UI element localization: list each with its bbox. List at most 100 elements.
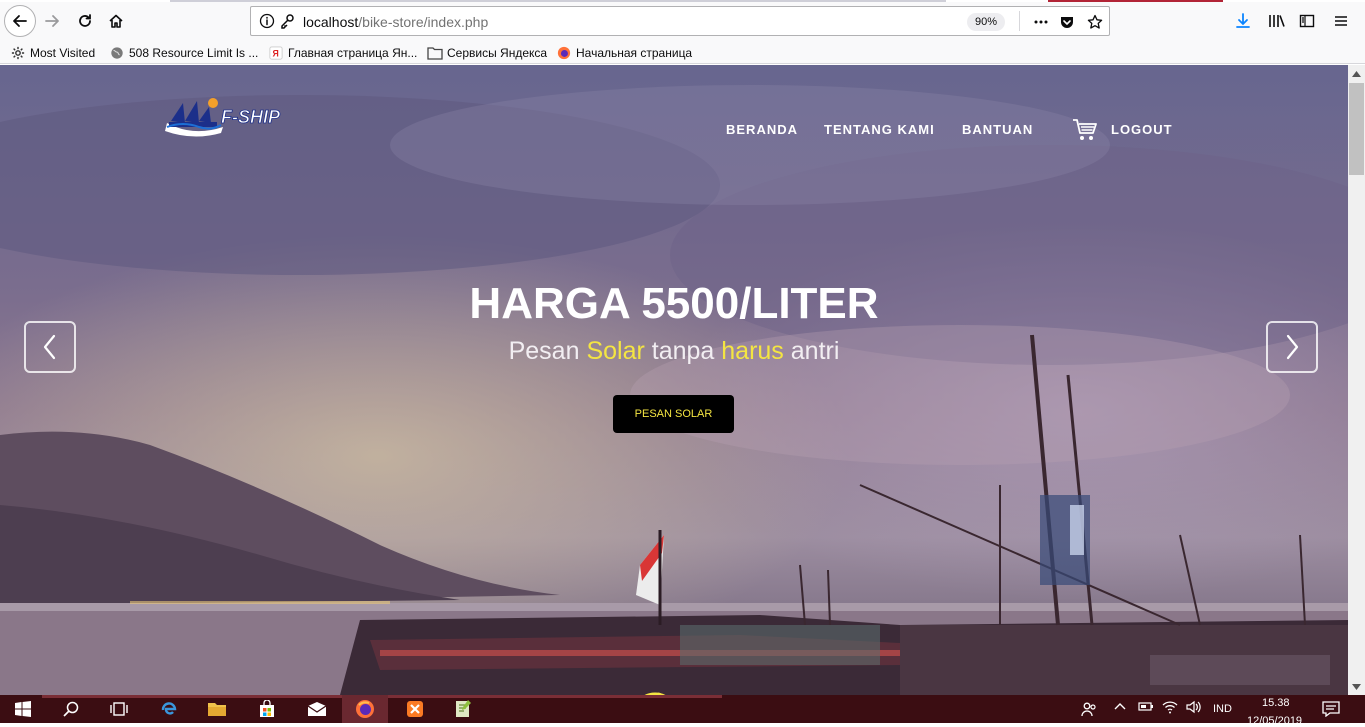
bookmark-508[interactable]: 508 Resource Limit Is ... [109, 43, 258, 63]
key-icon[interactable] [279, 13, 295, 29]
bookmark-label: Сервисы Яндекса [447, 46, 548, 60]
forward-button[interactable] [38, 7, 66, 35]
nav-home[interactable]: BERANDA [726, 122, 798, 137]
bookmark-label: Начальная страница [576, 46, 693, 60]
nav-logout[interactable]: LOGOUT [1111, 122, 1173, 137]
show-hidden-icons[interactable] [1114, 700, 1126, 714]
battery-icon [1138, 702, 1153, 711]
bookmark-label: 508 Resource Limit Is ... [129, 46, 259, 60]
xampp-icon [407, 701, 423, 717]
scroll-indicator-icon[interactable] [632, 675, 678, 695]
clock-date[interactable]: 12/05/2019 [1247, 715, 1302, 727]
bookmark-yandex-services[interactable]: Сервисы Яндекса [427, 43, 547, 63]
bookmark-label: Most Visited [30, 46, 96, 60]
sidebar-icon [1299, 14, 1315, 28]
menu-button[interactable] [1330, 10, 1352, 32]
site-logo[interactable]: F-SHIP [163, 93, 298, 139]
taskbar-notepad-plus[interactable] [440, 695, 486, 723]
globe-icon [109, 45, 125, 61]
bookmarks-toolbar: Most Visited 508 Resource Limit Is ... Я… [0, 42, 1365, 64]
gear-icon [10, 45, 26, 61]
arrow-left-icon [13, 15, 27, 27]
wifi-icon [1162, 701, 1178, 714]
taskbar-edge[interactable] [146, 695, 192, 723]
people-button[interactable] [1066, 695, 1112, 723]
sidebar-button[interactable] [1296, 10, 1318, 32]
subtitle-text: tanpa [644, 337, 722, 365]
volume-control[interactable] [1186, 700, 1202, 717]
task-view-icon [110, 702, 128, 716]
pocket-button[interactable] [1057, 12, 1077, 32]
chevron-up-icon [1114, 703, 1126, 710]
hamburger-icon [1335, 16, 1347, 26]
clock-time[interactable]: 15.38 [1262, 697, 1290, 709]
downloads-button[interactable] [1232, 10, 1254, 32]
reload-icon [79, 14, 91, 27]
hero-title: HARGA 5500/LITER [469, 279, 879, 328]
carousel-prev-button[interactable] [24, 321, 76, 373]
download-icon [1236, 13, 1250, 28]
order-solar-button[interactable]: PESAN SOLAR [613, 395, 734, 433]
back-button[interactable] [4, 5, 36, 37]
taskbar-file-explorer[interactable] [194, 695, 240, 723]
hero-subtitle: Pesan Solar tanpa harus antri [0, 337, 1348, 366]
people-icon [1081, 702, 1096, 717]
folder-icon [208, 703, 226, 716]
bookmark-yandex-home[interactable]: Я Главная страница Ян... [268, 43, 417, 63]
browser-toolbar: localhost/bike-store/index.php 90% [0, 0, 1365, 42]
library-button[interactable] [1266, 10, 1288, 32]
store-icon [260, 700, 274, 717]
speaker-icon [1186, 700, 1201, 714]
bookmark-most-visited[interactable]: Most Visited [10, 43, 95, 63]
notepad-icon [456, 700, 471, 717]
firefox-icon [556, 45, 572, 61]
web-page: F-SHIP BERANDA TENTANG KAMI BANTUAN LOGO… [0, 65, 1348, 695]
bookmark-star-button[interactable] [1085, 12, 1105, 32]
page-scrollbar[interactable] [1348, 65, 1365, 695]
nav-help[interactable]: BANTUAN [962, 122, 1033, 137]
yandex-icon: Я [268, 45, 284, 61]
page-actions-button[interactable] [1031, 12, 1051, 32]
battery-status[interactable] [1138, 700, 1154, 715]
search-button[interactable] [48, 695, 94, 723]
chevron-right-icon [1286, 334, 1299, 360]
bookmark-start-page[interactable]: Начальная страница [556, 43, 692, 63]
scroll-up-icon[interactable] [1348, 65, 1365, 82]
input-language[interactable]: IND [1213, 703, 1232, 715]
taskbar-mail[interactable] [294, 695, 340, 723]
home-button[interactable] [102, 7, 130, 35]
more-horizontal-icon [1034, 20, 1048, 24]
scrollbar-thumb[interactable] [1349, 83, 1364, 175]
logo-text: F-SHIP [221, 107, 281, 127]
zoom-indicator[interactable]: 90% [967, 13, 1006, 31]
reload-button[interactable] [71, 7, 99, 35]
cart-icon[interactable] [1072, 117, 1098, 143]
address-bar[interactable]: localhost/bike-store/index.php 90% [250, 6, 1110, 36]
library-icon [1269, 15, 1285, 27]
carousel-next-button[interactable] [1266, 321, 1318, 373]
notification-icon [1322, 701, 1340, 718]
url-host: localhost [303, 14, 359, 30]
folder-icon [427, 45, 443, 61]
info-icon[interactable] [259, 13, 275, 29]
windows-taskbar: IND 15.38 12/05/2019 [0, 695, 1365, 727]
network-status[interactable] [1162, 700, 1178, 717]
url-text[interactable]: localhost/bike-store/index.php [303, 14, 488, 30]
taskbar-store[interactable] [244, 695, 290, 723]
taskbar-firefox[interactable] [342, 695, 388, 723]
subtitle-highlight: harus [721, 337, 784, 365]
start-button[interactable] [0, 695, 46, 723]
arrow-right-icon [45, 15, 59, 27]
action-center-button[interactable] [1322, 701, 1340, 720]
scroll-down-icon[interactable] [1348, 678, 1365, 695]
hero-background-image [0, 65, 1348, 695]
windows-icon [15, 701, 31, 717]
mail-icon [307, 702, 327, 716]
task-view-button[interactable] [96, 695, 142, 723]
taskbar-xampp[interactable] [392, 695, 438, 723]
subtitle-text: Pesan [508, 337, 587, 365]
subtitle-highlight: Solar [586, 337, 645, 365]
firefox-icon [356, 700, 374, 718]
pocket-icon [1061, 17, 1073, 28]
nav-about[interactable]: TENTANG KAMI [824, 122, 935, 137]
